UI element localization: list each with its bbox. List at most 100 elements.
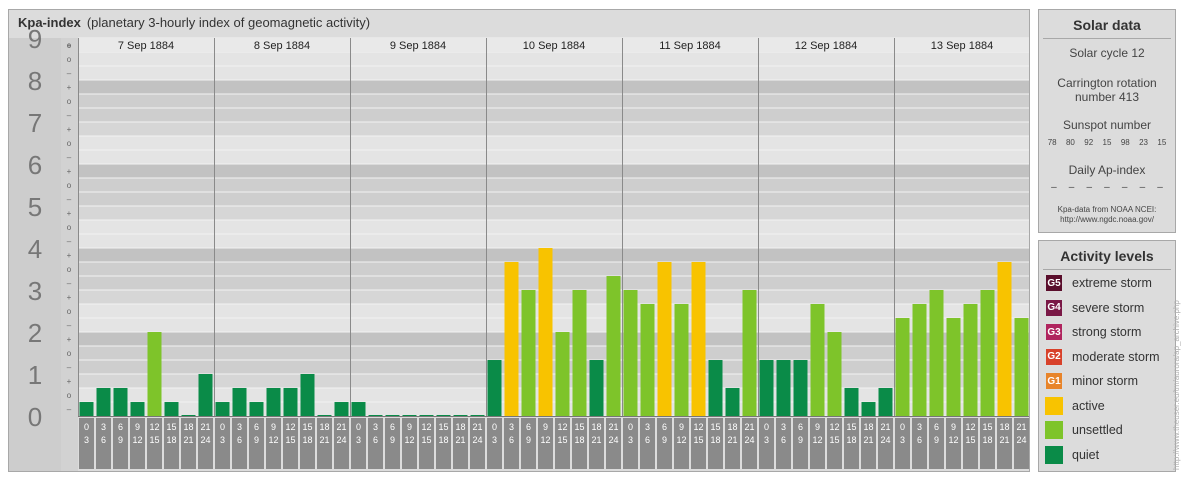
interval-end-label: 24	[744, 435, 754, 445]
interval-end-label: 12	[268, 435, 278, 445]
kp-bar	[929, 290, 944, 416]
carrington-line2: number 413	[1074, 90, 1140, 104]
kp-bar	[691, 261, 706, 416]
kp-bar	[538, 248, 553, 416]
legend-item: G5 extreme storm	[1045, 274, 1152, 292]
interval-end-label: 18	[846, 435, 856, 445]
interval-start-label: 9	[543, 422, 548, 432]
interval-end-label: 18	[166, 435, 176, 445]
legend-item: G3 strong storm	[1045, 323, 1141, 341]
grid-band-highlight	[78, 80, 1029, 94]
interval-end-label: 21	[319, 435, 329, 445]
y-sub-tick: o	[67, 181, 72, 190]
kp-bar	[147, 332, 162, 416]
interval-start-label: 15	[166, 422, 176, 432]
interval-end-label: 3	[764, 435, 769, 445]
kp-bar	[198, 374, 213, 416]
interval-end-label: 12	[676, 435, 686, 445]
y-sub-tick: –	[67, 195, 72, 204]
kp-bar	[674, 303, 689, 416]
ap-value: –	[1157, 182, 1163, 193]
interval-start-label: 6	[526, 422, 531, 432]
interval-start-label: 21	[472, 422, 482, 432]
interval-start-label: 15	[438, 422, 448, 432]
interval-end-label: 24	[472, 435, 482, 445]
interval-start-label: 18	[999, 422, 1009, 432]
y-sub-tick: o	[67, 55, 72, 64]
interval-start-label: 9	[951, 422, 956, 432]
legend-label: quiet	[1072, 447, 1100, 462]
interval-end-label: 6	[917, 435, 922, 445]
y-sub-tick: o	[67, 349, 72, 358]
interval-start-label: 18	[863, 422, 873, 432]
sunspot-value: 80	[1065, 138, 1075, 147]
interval-end-label: 24	[608, 435, 618, 445]
legend-swatch	[1045, 445, 1063, 464]
grid-band-highlight	[78, 164, 1029, 178]
interval-start-label: 6	[662, 422, 667, 432]
y-sub-tick: –	[67, 279, 72, 288]
interval-start-label: 6	[118, 422, 123, 432]
interval-end-label: 12	[540, 435, 550, 445]
kp-bar	[742, 290, 757, 416]
grid-band-highlight	[78, 332, 1029, 346]
legend-label: severe storm	[1072, 300, 1145, 315]
interval-end-label: 18	[982, 435, 992, 445]
interval-end-label: 3	[84, 435, 89, 445]
interval-start-label: 9	[815, 422, 820, 432]
kp-bar	[334, 402, 349, 416]
legend-swatch: G3	[1045, 323, 1063, 341]
kp-bar	[504, 261, 519, 416]
legend-label: active	[1072, 398, 1105, 413]
interval-start-label: 15	[846, 422, 856, 432]
kp-bar	[912, 303, 927, 416]
interval-end-label: 24	[880, 435, 890, 445]
legend-item: G4 severe storm	[1045, 298, 1145, 317]
sunspot-value: 15	[1102, 138, 1112, 147]
kp-bar	[555, 332, 570, 416]
interval-start-label: 3	[781, 422, 786, 432]
kp-bar	[997, 261, 1012, 416]
y-tick-label: 1	[28, 360, 42, 390]
y-sub-tick: –	[67, 153, 72, 162]
interval-start-label: 21	[336, 422, 346, 432]
ap-values: – – – – – – –	[1045, 182, 1169, 193]
sunspot-value: 15	[1157, 138, 1167, 147]
grid-band-highlight	[78, 122, 1029, 136]
interval-start-label: 0	[356, 422, 361, 432]
interval-end-label: 18	[302, 435, 312, 445]
interval-start-label: 9	[271, 422, 276, 432]
ap-label: Daily Ap-index	[1068, 163, 1146, 177]
kp-bar	[810, 303, 825, 416]
kp-bar	[1014, 318, 1029, 416]
interval-start-label: 3	[509, 422, 514, 432]
kp-bar	[776, 360, 791, 416]
day-label: 7 Sep 1884	[118, 40, 174, 52]
kp-bar	[368, 415, 383, 416]
interval-start-label: 21	[880, 422, 890, 432]
kp-bar	[878, 387, 893, 416]
y-tick-label: 2	[28, 318, 42, 348]
kp-bar	[96, 387, 111, 416]
grid-band-highlight	[78, 374, 1029, 388]
interval-start-label: 9	[679, 422, 684, 432]
kp-bar	[419, 415, 434, 416]
kp-bar	[895, 318, 910, 416]
sunspot-value: 92	[1084, 138, 1094, 147]
solar-data-panel: Solar data Solar cycle 12 Carrington rot…	[1038, 9, 1176, 233]
interval-end-label: 24	[200, 435, 210, 445]
interval-end-label: 9	[526, 435, 531, 445]
y-sub-tick: –	[67, 237, 72, 246]
interval-end-label: 6	[645, 435, 650, 445]
interval-start-label: 0	[492, 422, 497, 432]
kp-bar	[623, 290, 638, 416]
interval-end-label: 9	[254, 435, 259, 445]
legend-label: strong storm	[1072, 325, 1142, 339]
interval-start-label: 6	[254, 422, 259, 432]
kp-bar	[402, 415, 417, 416]
interval-start-label: 9	[407, 422, 412, 432]
activity-levels-heading: Activity levels	[1060, 248, 1154, 264]
interval-start-label: 18	[455, 422, 465, 432]
interval-start-label: 3	[917, 422, 922, 432]
ap-value: –	[1086, 182, 1093, 193]
